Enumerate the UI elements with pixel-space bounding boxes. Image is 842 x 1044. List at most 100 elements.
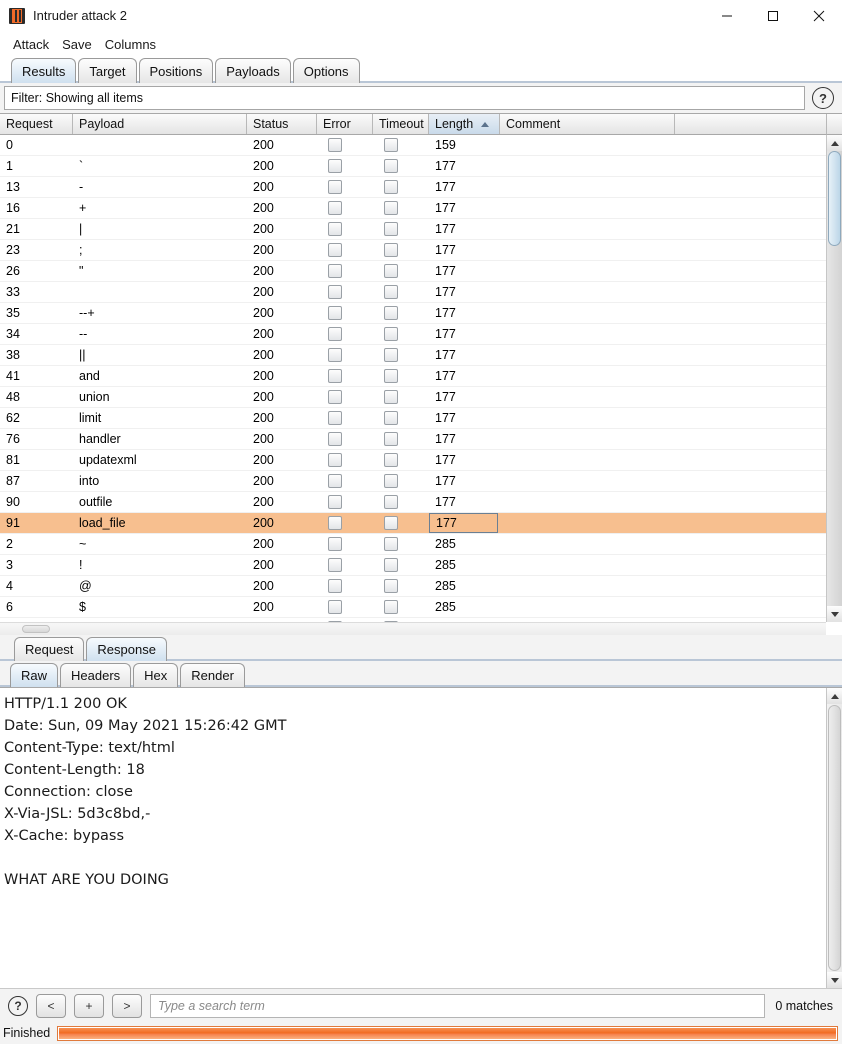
checkbox-icon[interactable] bbox=[328, 558, 342, 572]
table-row[interactable]: 62limit200177 bbox=[0, 408, 842, 429]
cell-timeout[interactable] bbox=[373, 177, 429, 198]
tab-hex[interactable]: Hex bbox=[133, 663, 178, 687]
checkbox-icon[interactable] bbox=[328, 201, 342, 215]
checkbox-icon[interactable] bbox=[384, 327, 398, 341]
tab-request[interactable]: Request bbox=[14, 637, 84, 661]
table-row[interactable]: 0200159 bbox=[0, 135, 842, 156]
column-header-status[interactable]: Status bbox=[247, 114, 317, 134]
tab-target[interactable]: Target bbox=[78, 58, 136, 83]
checkbox-icon[interactable] bbox=[328, 516, 342, 530]
search-add-button[interactable]: + bbox=[74, 994, 104, 1018]
cell-error[interactable] bbox=[317, 219, 373, 240]
column-header-length[interactable]: Length bbox=[429, 114, 500, 134]
checkbox-icon[interactable] bbox=[384, 264, 398, 278]
cell-error[interactable] bbox=[317, 282, 373, 303]
table-row[interactable]: 76handler200177 bbox=[0, 429, 842, 450]
checkbox-icon[interactable] bbox=[384, 432, 398, 446]
checkbox-icon[interactable] bbox=[384, 348, 398, 362]
table-row[interactable]: 3!200285 bbox=[0, 555, 842, 576]
cell-timeout[interactable] bbox=[373, 219, 429, 240]
table-row[interactable]: 26"200177 bbox=[0, 261, 842, 282]
search-prev-button[interactable]: < bbox=[36, 994, 66, 1018]
checkbox-icon[interactable] bbox=[328, 180, 342, 194]
cell-error[interactable] bbox=[317, 366, 373, 387]
cell-timeout[interactable] bbox=[373, 156, 429, 177]
column-header-request[interactable]: Request bbox=[0, 114, 73, 134]
cell-timeout[interactable] bbox=[373, 597, 429, 618]
checkbox-icon[interactable] bbox=[384, 180, 398, 194]
checkbox-icon[interactable] bbox=[384, 159, 398, 173]
cell-timeout[interactable] bbox=[373, 408, 429, 429]
table-row[interactable]: 35--+200177 bbox=[0, 303, 842, 324]
checkbox-icon[interactable] bbox=[384, 390, 398, 404]
cell-error[interactable] bbox=[317, 345, 373, 366]
cell-length[interactable]: 177 bbox=[429, 513, 500, 534]
checkbox-icon[interactable] bbox=[328, 348, 342, 362]
checkbox-icon[interactable] bbox=[384, 243, 398, 257]
checkbox-icon[interactable] bbox=[384, 600, 398, 614]
cell-error[interactable] bbox=[317, 576, 373, 597]
checkbox-icon[interactable] bbox=[384, 495, 398, 509]
checkbox-icon[interactable] bbox=[328, 369, 342, 383]
checkbox-icon[interactable] bbox=[328, 390, 342, 404]
tab-render[interactable]: Render bbox=[180, 663, 245, 687]
vscroll-thumb[interactable] bbox=[828, 151, 841, 246]
cell-timeout[interactable] bbox=[373, 534, 429, 555]
menu-item-save[interactable]: Save bbox=[56, 35, 99, 54]
checkbox-icon[interactable] bbox=[328, 537, 342, 551]
cell-error[interactable] bbox=[317, 534, 373, 555]
column-header-payload[interactable]: Payload bbox=[73, 114, 247, 134]
checkbox-icon[interactable] bbox=[328, 411, 342, 425]
table-row[interactable]: 90outfile200177 bbox=[0, 492, 842, 513]
help-icon[interactable]: ? bbox=[812, 87, 834, 109]
cell-timeout[interactable] bbox=[373, 492, 429, 513]
table-body[interactable]: 02001591`20017713-20017716+20017721|2001… bbox=[0, 135, 842, 635]
checkbox-icon[interactable] bbox=[384, 138, 398, 152]
cell-error[interactable] bbox=[317, 156, 373, 177]
table-row[interactable]: 4@200285 bbox=[0, 576, 842, 597]
table-row[interactable]: 81updatexml200177 bbox=[0, 450, 842, 471]
table-row[interactable]: 87into200177 bbox=[0, 471, 842, 492]
column-header-comment[interactable]: Comment bbox=[500, 114, 675, 134]
cell-timeout[interactable] bbox=[373, 135, 429, 156]
cell-timeout[interactable] bbox=[373, 555, 429, 576]
cell-length-focused[interactable]: 177 bbox=[429, 513, 498, 533]
search-input[interactable]: Type a search term bbox=[150, 994, 765, 1018]
tab-response[interactable]: Response bbox=[86, 637, 167, 661]
cell-timeout[interactable] bbox=[373, 366, 429, 387]
search-next-button[interactable]: > bbox=[112, 994, 142, 1018]
cell-error[interactable] bbox=[317, 135, 373, 156]
hscroll-thumb[interactable] bbox=[22, 625, 50, 633]
close-icon[interactable] bbox=[796, 0, 842, 32]
cell-error[interactable] bbox=[317, 303, 373, 324]
cell-error[interactable] bbox=[317, 471, 373, 492]
table-row[interactable]: 41and200177 bbox=[0, 366, 842, 387]
results-vertical-scrollbar[interactable] bbox=[826, 135, 842, 622]
cell-error[interactable] bbox=[317, 261, 373, 282]
search-help-icon[interactable]: ? bbox=[8, 996, 28, 1016]
checkbox-icon[interactable] bbox=[328, 159, 342, 173]
checkbox-icon[interactable] bbox=[328, 432, 342, 446]
table-row[interactable]: 21|200177 bbox=[0, 219, 842, 240]
cell-timeout[interactable] bbox=[373, 429, 429, 450]
checkbox-icon[interactable] bbox=[384, 558, 398, 572]
cell-timeout[interactable] bbox=[373, 576, 429, 597]
table-row[interactable]: 23;200177 bbox=[0, 240, 842, 261]
cell-error[interactable] bbox=[317, 450, 373, 471]
cell-error[interactable] bbox=[317, 597, 373, 618]
minimize-icon[interactable] bbox=[704, 0, 750, 32]
checkbox-icon[interactable] bbox=[328, 579, 342, 593]
cell-error[interactable] bbox=[317, 387, 373, 408]
checkbox-icon[interactable] bbox=[328, 495, 342, 509]
cell-timeout[interactable] bbox=[373, 450, 429, 471]
checkbox-icon[interactable] bbox=[384, 474, 398, 488]
cell-timeout[interactable] bbox=[373, 513, 429, 534]
tab-payloads[interactable]: Payloads bbox=[215, 58, 290, 83]
tab-positions[interactable]: Positions bbox=[139, 58, 214, 83]
tab-options[interactable]: Options bbox=[293, 58, 360, 83]
tab-results[interactable]: Results bbox=[11, 58, 76, 83]
table-row[interactable]: 16+200177 bbox=[0, 198, 842, 219]
table-row[interactable]: 38||200177 bbox=[0, 345, 842, 366]
cell-error[interactable] bbox=[317, 240, 373, 261]
cell-timeout[interactable] bbox=[373, 345, 429, 366]
